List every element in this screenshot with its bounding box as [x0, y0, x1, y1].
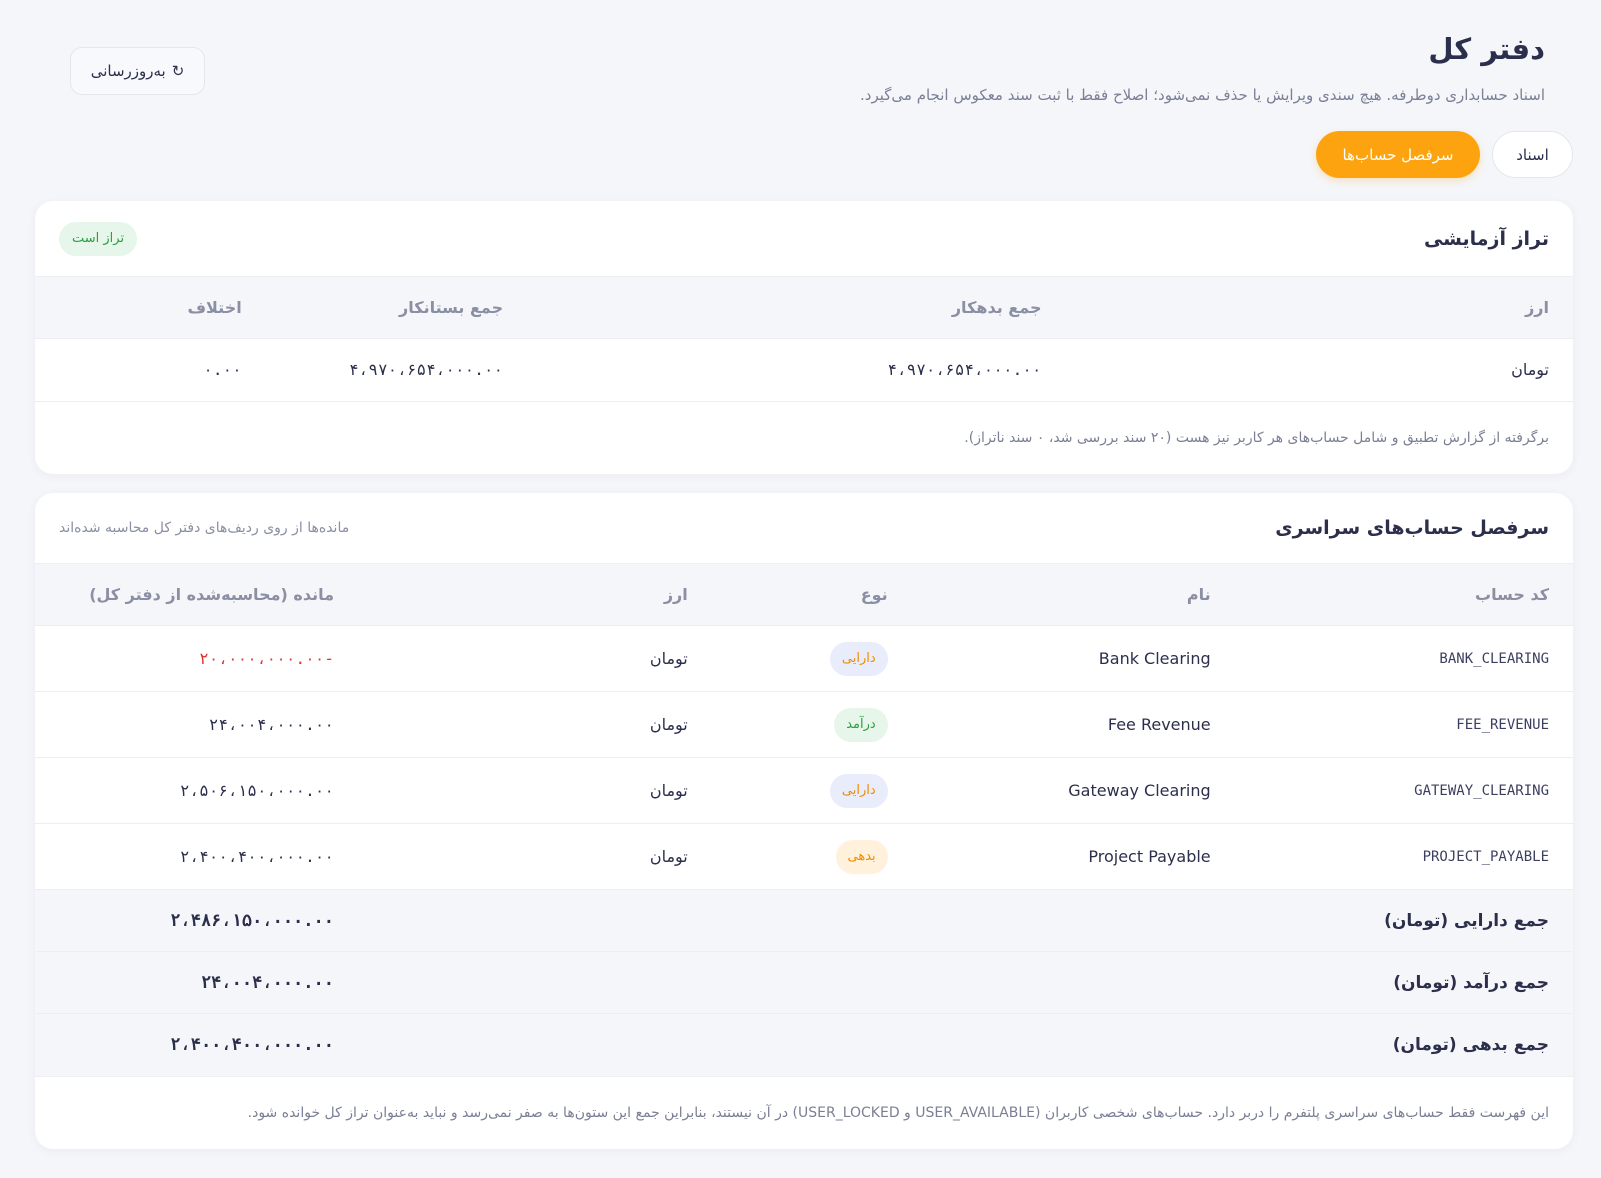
currency-cell: تومان	[1065, 338, 1573, 401]
total-row: جمع دارایی (تومان) ۲،۴۸۶،۱۵۰،۰۰۰.۰۰	[35, 889, 1573, 952]
accounts-note: این فهرست فقط حساب‌های سراسری پلتفرم را …	[35, 1075, 1573, 1149]
account-type-cell: بدهی	[711, 823, 912, 890]
table-row: FEE_REVENUE Fee Revenue درآمد تومان ۲۴،۰…	[35, 691, 1573, 758]
trial-balance-table: ارز جمع بدهکار جمع بستانکار اختلاف تومان…	[35, 276, 1573, 401]
total-value: ۲،۴۰۰،۴۰۰،۰۰۰.۰۰	[35, 1013, 358, 1076]
total-value: ۲۴،۰۰۴،۰۰۰.۰۰	[35, 951, 358, 1014]
account-code-cell: FEE_REVENUE	[1234, 691, 1573, 758]
column-header-debit: جمع بدهکار	[527, 276, 1066, 339]
account-name-cell: Gateway Clearing	[911, 757, 1235, 824]
total-value: ۲،۴۸۶،۱۵۰،۰۰۰.۰۰	[35, 889, 358, 952]
account-name-cell: Bank Clearing	[911, 625, 1235, 692]
account-currency-cell: تومان	[358, 757, 712, 824]
refresh-button[interactable]: ↻ به‌روزرسانی	[70, 47, 205, 95]
account-type-cell: درآمد	[711, 691, 912, 758]
table-row: تومان ۴،۹۷۰،۶۵۴،۰۰۰.۰۰ ۴،۹۷۰،۶۵۴،۰۰۰.۰۰ …	[35, 338, 1573, 401]
balanced-status-badge: تراز است	[59, 221, 138, 256]
account-type-badge: دارایی	[829, 641, 888, 676]
accounts-table: کد حساب نام نوع ارز مانده (محاسبه‌شده از…	[35, 563, 1573, 1076]
column-header-name: نام	[911, 563, 1235, 626]
account-code-cell: PROJECT_PAYABLE	[1234, 823, 1573, 890]
table-row: GATEWAY_CLEARING Gateway Clearing دارایی…	[35, 757, 1573, 824]
total-row: جمع درآمد (تومان) ۲۴،۰۰۴،۰۰۰.۰۰	[35, 951, 1573, 1014]
account-balance-cell: ۲۴،۰۰۴،۰۰۰.۰۰	[35, 691, 358, 758]
total-row: جمع بدهی (تومان) ۲،۴۰۰،۴۰۰،۰۰۰.۰۰	[35, 1013, 1573, 1076]
tab-bar: اسناد سرفصل حساب‌ها	[1316, 131, 1573, 178]
accounts-head-note: مانده‌ها از روی ردیف‌های دفتر کل محاسبه …	[59, 520, 350, 536]
debit-cell: ۴،۹۷۰،۶۵۴،۰۰۰.۰۰	[527, 338, 1066, 401]
tab-chart-of-accounts[interactable]: سرفصل حساب‌ها	[1316, 131, 1480, 178]
accounts-card: سرفصل حساب‌های سراسری مانده‌ها از روی رد…	[35, 493, 1573, 1149]
column-header-code: کد حساب	[1234, 563, 1573, 626]
accounts-title: سرفصل حساب‌های سراسری	[1275, 517, 1549, 539]
account-balance-cell: ۲،۵۰۶،۱۵۰،۰۰۰.۰۰	[35, 757, 358, 824]
account-type-cell: دارایی	[711, 757, 912, 824]
account-name-cell: Project Payable	[911, 823, 1235, 890]
total-label: جمع بدهی (تومان)	[358, 1013, 1573, 1076]
refresh-button-label: به‌روزرسانی	[90, 62, 166, 80]
difference-cell: ۰.۰۰	[35, 338, 266, 401]
trial-balance-card: تراز آزمایشی تراز است ارز جمع بدهکار جمع…	[35, 201, 1573, 474]
page-header: دفتر کل اسناد حسابداری دوطرفه. هیچ سندی …	[35, 0, 1573, 130]
account-code-cell: BANK_CLEARING	[1234, 625, 1573, 692]
page-subtitle: اسناد حسابداری دوطرفه. هیچ سندی ویرایش ی…	[860, 86, 1545, 104]
account-currency-cell: تومان	[358, 691, 712, 758]
column-header-type: نوع	[711, 563, 912, 626]
table-row: PROJECT_PAYABLE Project Payable بدهی توم…	[35, 823, 1573, 890]
column-header-credit: جمع بستانکار	[265, 276, 528, 339]
trial-balance-header: تراز آزمایشی تراز است	[35, 201, 1573, 276]
account-code-cell: GATEWAY_CLEARING	[1234, 757, 1573, 824]
account-type-badge: بدهی	[835, 839, 888, 874]
column-header-difference: اختلاف	[35, 276, 266, 339]
account-type-badge: درآمد	[834, 707, 888, 742]
tab-vouchers[interactable]: اسناد	[1492, 131, 1573, 178]
account-balance-cell: -۲۰،۰۰۰،۰۰۰.۰۰	[35, 625, 358, 692]
table-header-row: کد حساب نام نوع ارز مانده (محاسبه‌شده از…	[35, 563, 1573, 626]
account-type-cell: دارایی	[711, 625, 912, 692]
refresh-icon: ↻	[171, 62, 185, 80]
account-name-cell: Fee Revenue	[911, 691, 1235, 758]
account-currency-cell: تومان	[358, 823, 712, 890]
trial-balance-title: تراز آزمایشی	[1423, 227, 1549, 250]
total-label: جمع دارایی (تومان)	[358, 889, 1573, 952]
account-balance-cell: ۲،۴۰۰،۴۰۰،۰۰۰.۰۰	[35, 823, 358, 890]
account-currency-cell: تومان	[358, 625, 712, 692]
accounts-header: سرفصل حساب‌های سراسری مانده‌ها از روی رد…	[35, 493, 1573, 563]
column-header-currency: ارز	[1065, 276, 1573, 339]
page-title: دفتر کل	[1428, 32, 1545, 66]
column-header-currency: ارز	[358, 563, 712, 626]
credit-cell: ۴،۹۷۰،۶۵۴،۰۰۰.۰۰	[265, 338, 528, 401]
total-label: جمع درآمد (تومان)	[358, 951, 1573, 1014]
column-header-balance: مانده (محاسبه‌شده از دفتر کل)	[35, 563, 358, 626]
trial-balance-note: برگرفته از گزارش تطبیق و شامل حساب‌های ه…	[35, 400, 1573, 474]
account-type-badge: دارایی	[829, 773, 888, 808]
table-header-row: ارز جمع بدهکار جمع بستانکار اختلاف	[35, 276, 1573, 339]
table-row: BANK_CLEARING Bank Clearing دارایی تومان…	[35, 625, 1573, 692]
